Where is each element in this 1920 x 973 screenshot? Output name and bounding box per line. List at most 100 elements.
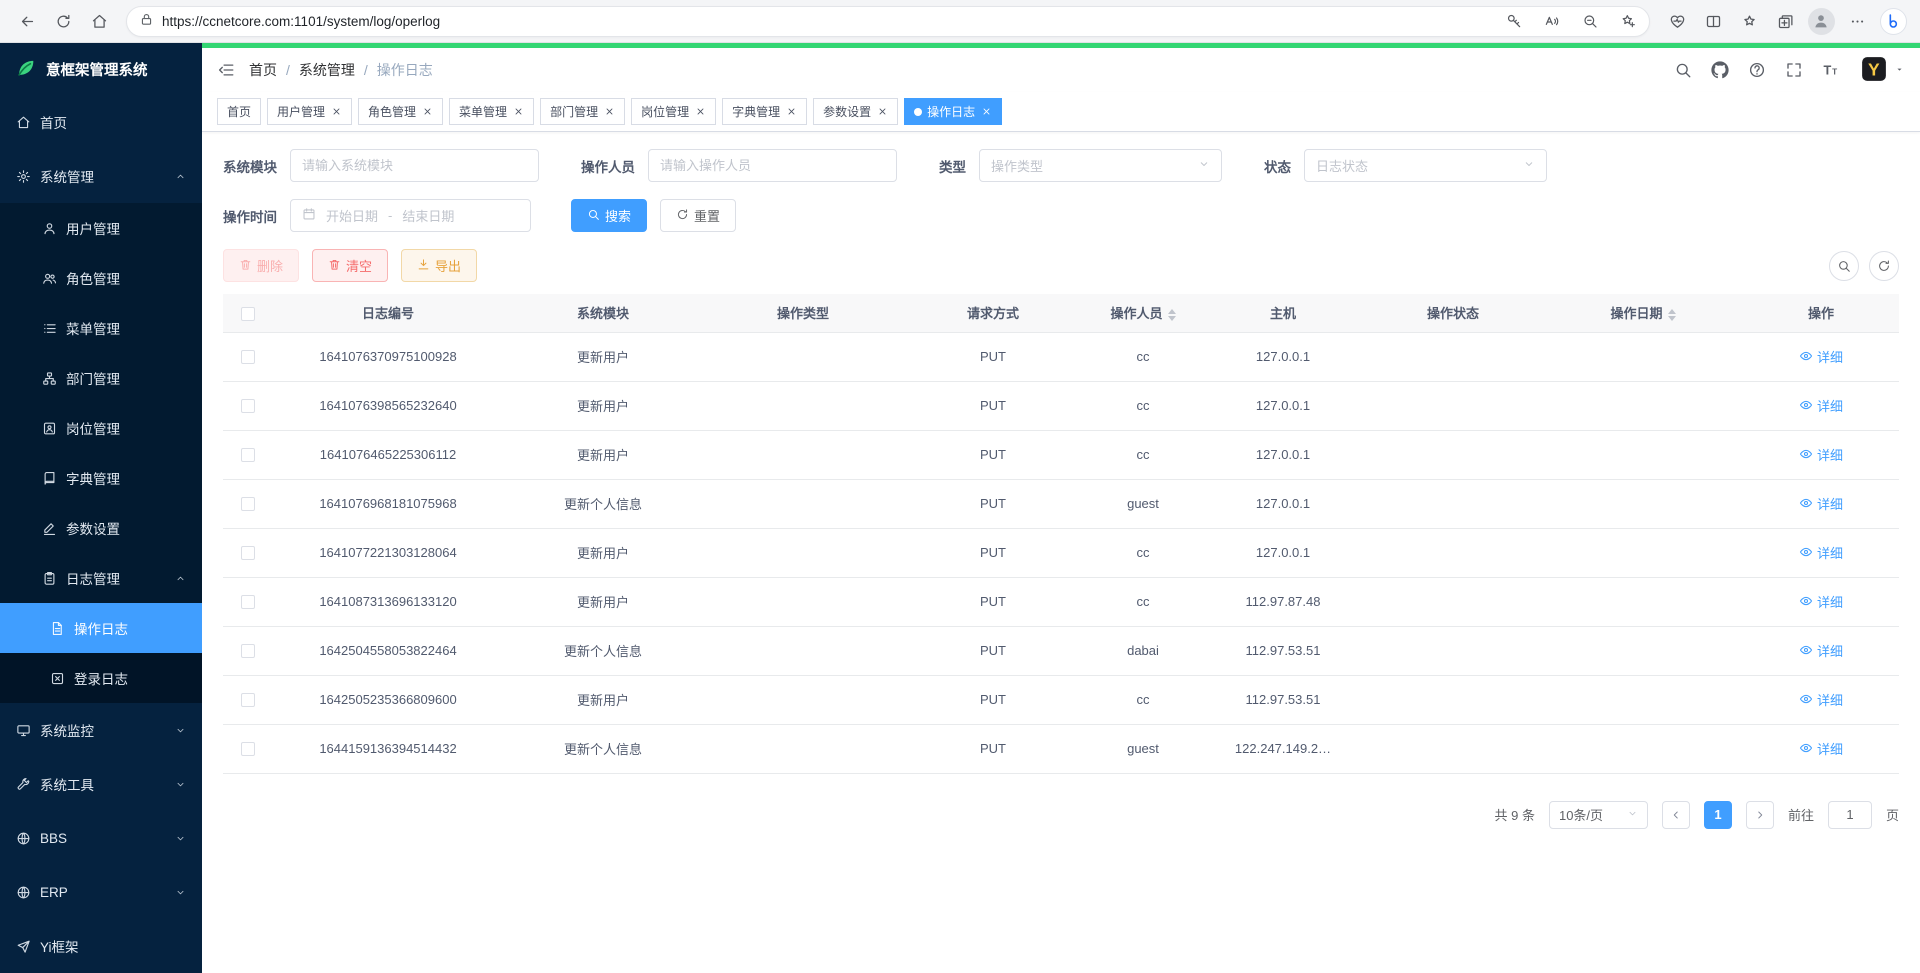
module-input[interactable] — [290, 149, 539, 182]
delete-button[interactable]: 删除 — [223, 249, 299, 282]
detail-link[interactable]: 详细 — [1799, 445, 1843, 464]
user-avatar[interactable]: Y — [1859, 54, 1905, 87]
detail-link[interactable]: 详细 — [1799, 592, 1843, 611]
close-icon[interactable] — [877, 106, 888, 117]
select-all-checkbox[interactable] — [241, 307, 255, 321]
status-select[interactable]: 日志状态 — [1304, 149, 1547, 182]
reset-button-label: 重置 — [694, 206, 720, 225]
profile-button[interactable] — [1804, 4, 1838, 38]
sidebar-item-menu-mgmt[interactable]: 菜单管理 — [0, 303, 202, 353]
row-checkbox[interactable] — [241, 448, 255, 462]
export-button[interactable]: 导出 — [401, 249, 477, 282]
sidebar-item-log-mgmt[interactable]: 日志管理 — [0, 553, 202, 603]
row-checkbox[interactable] — [241, 350, 255, 364]
detail-link[interactable]: 详细 — [1799, 641, 1843, 660]
sort-caret[interactable] — [1668, 309, 1676, 321]
sidebar-item-post-mgmt[interactable]: 岗位管理 — [0, 403, 202, 453]
tab-param-settings[interactable]: 参数设置 — [813, 98, 898, 125]
site-info-button[interactable] — [139, 12, 154, 30]
tab-menu-mgmt[interactable]: 菜单管理 — [449, 98, 534, 125]
close-icon[interactable] — [331, 106, 342, 117]
password-manager-button[interactable] — [1499, 8, 1529, 34]
font-size-button[interactable]: TT — [1822, 61, 1840, 79]
clear-button[interactable]: 清空 — [312, 249, 388, 282]
sidebar-item-param-settings[interactable]: 参数设置 — [0, 503, 202, 553]
row-checkbox[interactable] — [241, 595, 255, 609]
page-number-1[interactable]: 1 — [1704, 801, 1732, 829]
address-bar[interactable]: https://ccnetcore.com:1101/system/log/op… — [126, 6, 1650, 37]
operator-input[interactable] — [648, 149, 897, 182]
close-icon[interactable] — [981, 106, 992, 117]
close-icon[interactable] — [422, 106, 433, 117]
tab-oper-log[interactable]: 操作日志 — [904, 98, 1002, 125]
sidebar-item-role-mgmt[interactable]: 角色管理 — [0, 253, 202, 303]
favorites-button[interactable] — [1732, 4, 1766, 38]
sidebar-item-home[interactable]: 首页 — [0, 95, 202, 149]
sidebar-item-system-mgmt[interactable]: 系统管理 — [0, 149, 202, 203]
date-range-picker[interactable]: 开始日期 - 结束日期 — [290, 199, 531, 232]
tab-home[interactable]: 首页 — [217, 98, 261, 125]
row-checkbox[interactable] — [241, 693, 255, 707]
sidebar-item-system-tools[interactable]: 系统工具 — [0, 757, 202, 811]
tab-post-mgmt[interactable]: 岗位管理 — [631, 98, 716, 125]
row-checkbox[interactable] — [241, 399, 255, 413]
close-icon[interactable] — [695, 106, 706, 117]
detail-link[interactable]: 详细 — [1799, 494, 1843, 513]
reset-button[interactable]: 重置 — [660, 199, 736, 232]
detail-link[interactable]: 详细 — [1799, 543, 1843, 562]
detail-link[interactable]: 详细 — [1799, 690, 1843, 709]
tab-role-mgmt[interactable]: 角色管理 — [358, 98, 443, 125]
sidebar-item-system-monitor[interactable]: 系统监控 — [0, 703, 202, 757]
type-select[interactable]: 操作类型 — [979, 149, 1222, 182]
copilot-button[interactable] — [1876, 4, 1910, 38]
detail-link[interactable]: 详细 — [1799, 396, 1843, 415]
refresh-table-button[interactable] — [1869, 251, 1899, 281]
sidebar-item-bbs[interactable]: BBS — [0, 811, 202, 865]
fullscreen-button[interactable] — [1785, 61, 1803, 79]
sort-caret[interactable] — [1168, 309, 1176, 321]
sidebar-item-login-log[interactable]: 登录日志 — [0, 653, 202, 703]
close-icon[interactable] — [604, 106, 615, 117]
sidebar-item-dict-mgmt[interactable]: 字典管理 — [0, 453, 202, 503]
github-button[interactable] — [1711, 61, 1729, 79]
browser-essentials-button[interactable] — [1660, 4, 1694, 38]
toggle-search-button[interactable] — [1829, 251, 1859, 281]
reload-button[interactable] — [46, 4, 80, 38]
sidebar-item-dept-mgmt[interactable]: 部门管理 — [0, 353, 202, 403]
read-aloud-button[interactable] — [1537, 8, 1567, 34]
tab-user-mgmt[interactable]: 用户管理 — [267, 98, 352, 125]
breadcrumb-item[interactable]: 系统管理 — [299, 60, 355, 80]
table-row: 1641076465225306112更新用户PUTcc127.0.0.1详细 — [223, 430, 1899, 479]
row-checkbox[interactable] — [241, 546, 255, 560]
browser-home-button[interactable] — [82, 4, 116, 38]
page-size-select[interactable]: 10条/页 — [1549, 801, 1648, 829]
breadcrumb-item[interactable]: 首页 — [249, 60, 277, 80]
back-button[interactable] — [10, 4, 44, 38]
detail-link[interactable]: 详细 — [1799, 347, 1843, 366]
split-screen-button[interactable] — [1696, 4, 1730, 38]
collections-button[interactable] — [1768, 4, 1802, 38]
zoom-out-button[interactable] — [1575, 8, 1605, 34]
next-page-button[interactable] — [1746, 801, 1774, 829]
browser-menu-button[interactable] — [1840, 4, 1874, 38]
row-checkbox[interactable] — [241, 742, 255, 756]
detail-link[interactable]: 详细 — [1799, 739, 1843, 758]
sidebar-item-user-mgmt[interactable]: 用户管理 — [0, 203, 202, 253]
header-search-button[interactable] — [1674, 61, 1692, 79]
close-icon[interactable] — [786, 106, 797, 117]
add-favorite-button[interactable] — [1613, 8, 1643, 34]
tab-dept-mgmt[interactable]: 部门管理 — [540, 98, 625, 125]
row-checkbox[interactable] — [241, 497, 255, 511]
sidebar-item-yi-framework[interactable]: Yi框架 — [0, 919, 202, 973]
sidebar-item-erp[interactable]: ERP — [0, 865, 202, 919]
search-button[interactable]: 搜索 — [571, 199, 647, 232]
sidebar-item-oper-log[interactable]: 操作日志 — [0, 603, 202, 653]
help-button[interactable] — [1748, 61, 1766, 79]
gear-icon — [16, 169, 31, 184]
close-icon[interactable] — [513, 106, 524, 117]
goto-page-input[interactable] — [1828, 801, 1872, 829]
prev-page-button[interactable] — [1662, 801, 1690, 829]
tab-dict-mgmt[interactable]: 字典管理 — [722, 98, 807, 125]
sidebar-collapse-button[interactable] — [217, 61, 235, 79]
row-checkbox[interactable] — [241, 644, 255, 658]
